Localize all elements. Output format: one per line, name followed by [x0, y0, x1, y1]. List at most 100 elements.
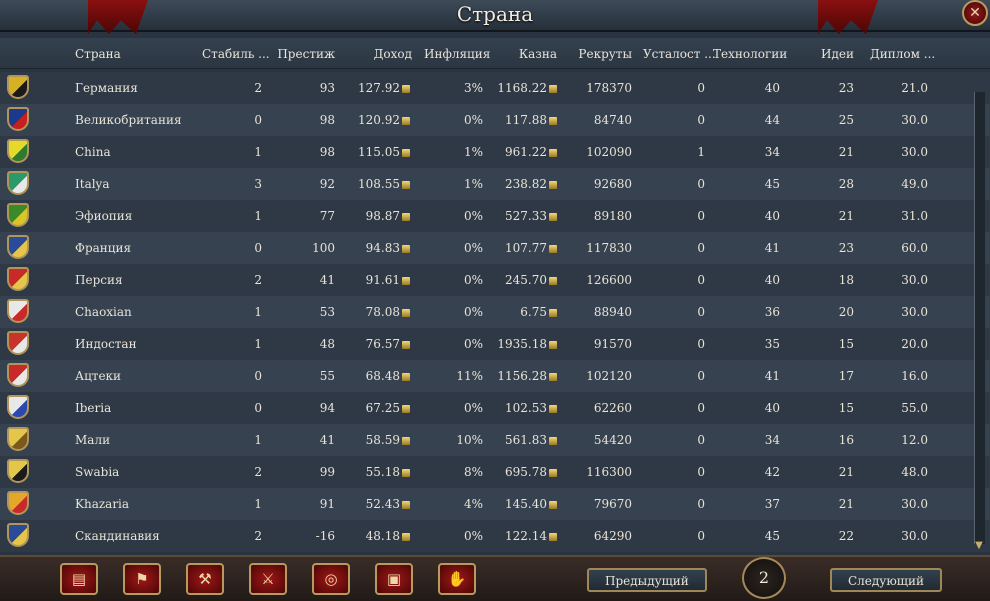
scroll-down-icon[interactable]: ▼	[972, 540, 986, 552]
ideas-cell-value: 15	[838, 401, 854, 415]
col-header-war-weariness[interactable]: Усталост ...	[643, 38, 716, 70]
table-row[interactable]: Эфиопия 1 77 98.87 0% 527.33 89180 0 40 21 31.0	[0, 200, 990, 232]
gold-icon	[402, 212, 410, 221]
table-row[interactable]: Германия 2 93 127.92 3% 1168.22 178370 0 40 23 21.…	[0, 72, 990, 104]
manpower-cell-value: 102120	[586, 369, 632, 383]
manpower-cell: 84740	[570, 104, 632, 136]
col-header-prestige[interactable]: Престиж	[270, 38, 335, 70]
country-name[interactable]: Индостан	[75, 328, 195, 360]
table-row[interactable]: Персия 2 41 91.61 0% 245.70 126600 0 40 18 30.0	[0, 264, 990, 296]
treasury-cell: 6.75	[490, 296, 557, 328]
table-row[interactable]: Франция 0 100 94.83 0% 107.77 117830 0 41 23 60.0	[0, 232, 990, 264]
manpower-cell: 91570	[570, 328, 632, 360]
income-cell-value: 76.57	[365, 337, 400, 351]
swords-icon[interactable]: ⚔	[249, 563, 287, 595]
table-row[interactable]: Скандинавия 2 -16 48.18 0% 122.14 64290 0 45 22 30…	[0, 520, 990, 552]
country-name[interactable]: Ацтеки	[75, 360, 195, 392]
war-weariness-cell: 0	[640, 104, 705, 136]
country-flag-icon[interactable]	[7, 139, 29, 163]
table-row[interactable]: Chaoxian 1 53 78.08 0% 6.75 88940 0 36 20 30.0	[0, 296, 990, 328]
gold-icon	[402, 500, 410, 509]
country-name[interactable]: Khazaria	[75, 488, 195, 520]
country-flag-icon[interactable]	[7, 491, 29, 515]
table-row[interactable]: Swabia 2 99 55.18 8% 695.78 116300 0 42 21 48.0	[0, 456, 990, 488]
next-button[interactable]: Следующий	[830, 568, 942, 592]
diplomacy-cell: 30.0	[865, 264, 928, 296]
table-row[interactable]: China 1 98 115.05 1% 961.22 102090 1 34 21 30.0	[0, 136, 990, 168]
col-header-technology[interactable]: Технологии	[713, 38, 787, 70]
country-name-value: Chaoxian	[75, 305, 132, 319]
technology-cell-value: 40	[764, 401, 780, 415]
war-weariness-cell: 0	[640, 296, 705, 328]
country-flag-icon[interactable]	[7, 427, 29, 451]
table-row[interactable]: Индостан 1 48 76.57 0% 1935.18 91570 0 35 15 20.0	[0, 328, 990, 360]
close-icon[interactable]: ✕	[962, 0, 988, 26]
inflation-cell-value: 1%	[463, 145, 483, 159]
ledger-icon[interactable]: ▤	[60, 563, 98, 595]
country-flag-icon[interactable]	[7, 75, 29, 99]
table-row[interactable]: Iberia 0 94 67.25 0% 102.53 62260 0 40 15 55.0	[0, 392, 990, 424]
country-name[interactable]: Swabia	[75, 456, 195, 488]
col-header-diplomacy[interactable]: Диплом ...	[870, 38, 935, 70]
country-flag-icon[interactable]	[7, 331, 29, 355]
inflation-cell: 10%	[415, 424, 483, 456]
col-header-treasury[interactable]: Казна	[477, 38, 557, 70]
country-name[interactable]: Iberia	[75, 392, 195, 424]
coins-icon[interactable]: ◎	[312, 563, 350, 595]
war-weariness-cell: 0	[640, 168, 705, 200]
col-header-stability[interactable]: Стабиль ...	[202, 38, 270, 70]
stability-cell: 3	[200, 168, 262, 200]
gold-icon	[402, 340, 410, 349]
country-flag-icon[interactable]	[7, 267, 29, 291]
gold-icon	[549, 180, 557, 189]
build-icon[interactable]: ⚒	[186, 563, 224, 595]
ideas-cell-value: 21	[838, 497, 854, 511]
country-flag-icon[interactable]	[7, 299, 29, 323]
country-flag-icon[interactable]	[7, 459, 29, 483]
table-row[interactable]: Мали 1 41 58.59 10% 561.83 54420 0 34 16 12.0	[0, 424, 990, 456]
country-flag-icon[interactable]	[7, 523, 29, 547]
country-name[interactable]: Мали	[75, 424, 195, 456]
scrollbar[interactable]	[974, 92, 985, 544]
country-name[interactable]: Chaoxian	[75, 296, 195, 328]
table-row[interactable]: Italya 3 92 108.55 1% 238.82 92680 0 45 28 49.0	[0, 168, 990, 200]
prestige-cell: 98	[270, 104, 335, 136]
country-flag-icon[interactable]	[7, 107, 29, 131]
col-header-manpower[interactable]: Рекруты	[570, 38, 632, 70]
table-row[interactable]: Ацтеки 0 55 68.48 11% 1156.28 102120 0 41 17 16.0	[0, 360, 990, 392]
inflation-cell-value: 0%	[463, 113, 483, 127]
country-flag-icon[interactable]	[7, 171, 29, 195]
table-row[interactable]: Khazaria 1 91 52.43 4% 145.40 79670 0 37 21 30.0	[0, 488, 990, 520]
country-name-value: China	[75, 145, 111, 159]
inflation-cell: 0%	[415, 264, 483, 296]
country-name[interactable]: Скандинавия	[75, 520, 195, 552]
flag-icon[interactable]: ⚑	[123, 563, 161, 595]
inflation-cell-value: 0%	[463, 241, 483, 255]
gold-icon	[549, 436, 557, 445]
country-name[interactable]: Эфиопия	[75, 200, 195, 232]
income-cell-value: 55.18	[365, 465, 400, 479]
country-flag-icon[interactable]	[7, 395, 29, 419]
ideas-cell-value: 20	[838, 305, 854, 319]
technology-cell: 45	[710, 168, 780, 200]
handshake-icon[interactable]: ✋	[438, 563, 476, 595]
country-name[interactable]: China	[75, 136, 195, 168]
col-header-income[interactable]: Доход	[332, 38, 412, 70]
col-header-ideas[interactable]: Идеи	[790, 38, 854, 70]
trade-icon[interactable]: ▣	[375, 563, 413, 595]
country-flag-icon[interactable]	[7, 363, 29, 387]
table-row[interactable]: Великобритания 0 98 120.92 0% 117.88 84740 0 44 2…	[0, 104, 990, 136]
technology-cell: 40	[710, 392, 780, 424]
country-flag-icon[interactable]	[7, 235, 29, 259]
col-header-country[interactable]: Страна	[75, 38, 195, 70]
previous-button[interactable]: Предыдущий	[587, 568, 707, 592]
stability-cell: 2	[200, 72, 262, 104]
ideas-cell: 21	[790, 488, 854, 520]
treasury-cell: 527.33	[490, 200, 557, 232]
country-name[interactable]: Персия	[75, 264, 195, 296]
country-flag-icon[interactable]	[7, 203, 29, 227]
country-name[interactable]: Германия	[75, 72, 195, 104]
country-name[interactable]: Великобритания	[75, 104, 195, 136]
country-name[interactable]: Italya	[75, 168, 195, 200]
country-name[interactable]: Франция	[75, 232, 195, 264]
